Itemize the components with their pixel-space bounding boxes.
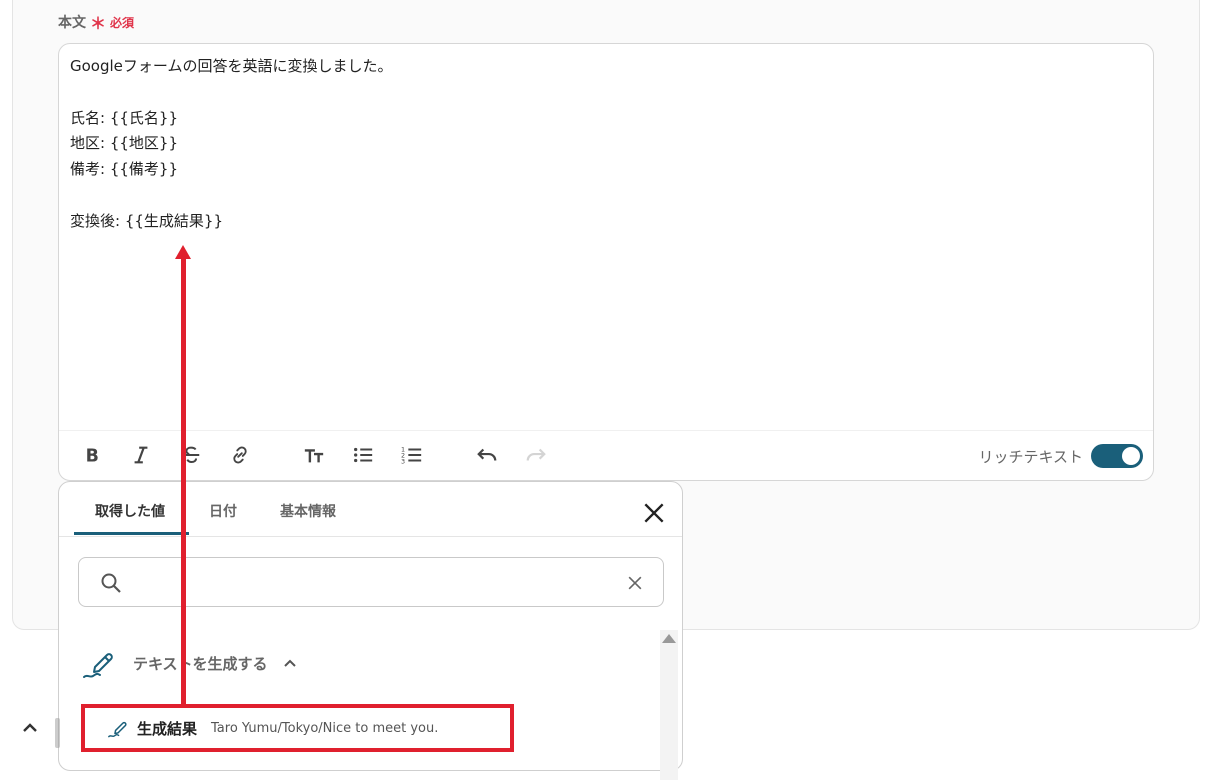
scroll-up-icon[interactable] xyxy=(662,634,676,643)
search-icon xyxy=(101,573,121,593)
numbered-list-icon[interactable]: 123 xyxy=(400,443,424,467)
ai-pen-icon xyxy=(108,721,127,738)
rich-text-toggle[interactable] xyxy=(1091,444,1143,468)
tab-date[interactable]: 日付 xyxy=(209,501,237,521)
active-tab-indicator xyxy=(74,532,189,535)
svg-text:B: B xyxy=(86,446,99,466)
annotation-arrow-head xyxy=(175,245,191,259)
editor-content[interactable]: Googleフォームの回答を英語に変換しました。 氏名: {{氏名}} 地区: … xyxy=(70,54,1141,235)
italic-icon[interactable] xyxy=(129,443,153,467)
field-label: 本文 ＊ 必須 xyxy=(58,10,134,34)
close-icon[interactable] xyxy=(641,500,667,526)
variable-picker-popup: 取得した値 日付 基本情報 テキストを生成する 生成結果 Taro Yumu/T… xyxy=(58,481,683,780)
bold-icon[interactable]: B xyxy=(81,443,105,467)
tab-basic-info[interactable]: 基本情報 xyxy=(280,501,336,521)
annotation-arrow-line xyxy=(181,256,186,704)
link-icon[interactable] xyxy=(228,443,252,467)
list-item-generation-result[interactable]: 生成結果 Taro Yumu/Tokyo/Nice to meet you. xyxy=(81,704,514,752)
bullet-list-icon[interactable] xyxy=(351,443,375,467)
undo-icon[interactable] xyxy=(475,443,499,467)
ai-pen-icon xyxy=(83,653,113,678)
chevron-up-icon[interactable] xyxy=(282,655,298,671)
search-input[interactable] xyxy=(135,568,605,596)
text-size-icon[interactable] xyxy=(302,443,326,467)
toggle-knob xyxy=(1122,447,1140,465)
rich-text-label: リッチテキスト xyxy=(978,448,1083,466)
editor-toolbar: B 123 リッチテキスト xyxy=(59,430,1153,480)
popup-tabs: 取得した値 日付 基本情報 xyxy=(59,482,682,537)
group-label: テキストを生成する xyxy=(133,654,268,673)
body-editor[interactable]: Googleフォームの回答を英語に変換しました。 氏名: {{氏名}} 地区: … xyxy=(58,43,1154,481)
search-box xyxy=(78,557,664,607)
truncated-text xyxy=(55,718,60,748)
required-mark: ＊ xyxy=(90,14,107,33)
item-label: 生成結果 xyxy=(137,719,198,738)
group-generate-text[interactable]: テキストを生成する xyxy=(81,645,298,681)
redo-icon[interactable] xyxy=(524,443,548,467)
clear-search-icon[interactable] xyxy=(625,573,645,593)
required-text: 必須 xyxy=(110,15,135,30)
list-scrollbar[interactable] xyxy=(660,630,678,780)
item-value: Taro Yumu/Tokyo/Nice to meet you. xyxy=(211,720,439,736)
chevron-up-icon[interactable] xyxy=(20,718,40,738)
tab-acquired-values[interactable]: 取得した値 xyxy=(95,501,165,521)
field-label-text: 本文 xyxy=(58,15,86,31)
svg-text:3: 3 xyxy=(401,457,405,465)
